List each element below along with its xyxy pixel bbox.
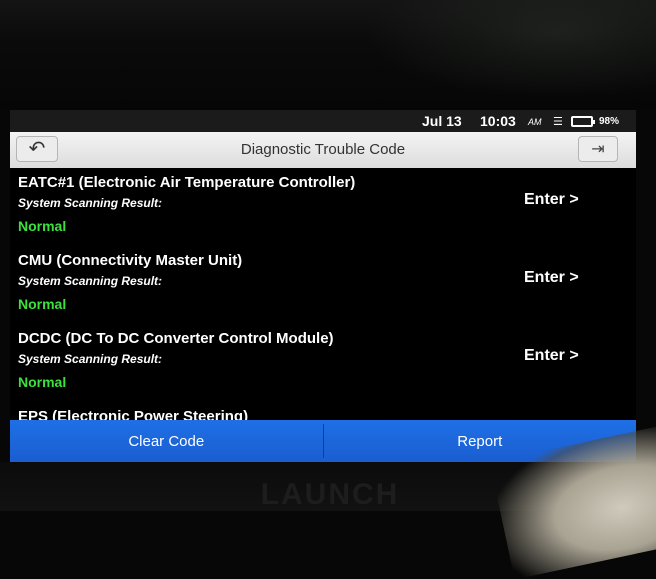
module-subtitle: System Scanning Result: <box>18 196 163 210</box>
list-item[interactable]: CMU (Connectivity Master Unit) System Sc… <box>10 246 636 324</box>
wifi-icon: ☰ <box>553 116 563 128</box>
enter-button[interactable]: Enter > <box>524 191 579 209</box>
clear-code-button[interactable]: Clear Code <box>10 420 323 462</box>
title-bar: ↶ Diagnostic Trouble Code ⇥ <box>10 132 636 168</box>
status-bar: Jul 13 10:03 AM ☰ 98% <box>10 110 636 132</box>
battery-icon <box>571 116 595 127</box>
module-name: CMU (Connectivity Master Unit) <box>18 252 243 269</box>
status-time: 10:03 <box>480 113 516 129</box>
module-name: DCDC (DC To DC Converter Control Module) <box>18 330 334 347</box>
signal-icon: AM <box>528 117 542 127</box>
exit-button[interactable]: ⇥ <box>578 136 618 162</box>
module-name: EATC#1 (Electronic Air Temperature Contr… <box>18 174 356 191</box>
module-status: Normal <box>18 374 67 390</box>
page-title: Diagnostic Trouble Code <box>240 141 406 158</box>
module-status: Normal <box>18 218 67 234</box>
battery-percent: 98% <box>599 116 620 127</box>
device-screen: Jul 13 10:03 AM ☰ 98% ↶ Diagnostic Troub… <box>10 110 636 462</box>
module-subtitle: System Scanning Result: <box>18 274 163 288</box>
enter-button[interactable]: Enter > <box>524 347 579 365</box>
module-status: Normal <box>18 296 67 312</box>
screen-glare <box>330 0 656 110</box>
list-item[interactable]: DCDC (DC To DC Converter Control Module)… <box>10 324 636 402</box>
status-date: Jul 13 <box>422 113 462 129</box>
module-subtitle: System Scanning Result: <box>18 352 163 366</box>
exit-icon: ⇥ <box>591 141 605 158</box>
enter-button[interactable]: Enter > <box>524 269 579 287</box>
list-item[interactable]: EATC#1 (Electronic Air Temperature Contr… <box>10 168 636 246</box>
brand-logo: LAUNCH <box>260 478 400 511</box>
module-list: EATC#1 (Electronic Air Temperature Contr… <box>10 168 636 428</box>
